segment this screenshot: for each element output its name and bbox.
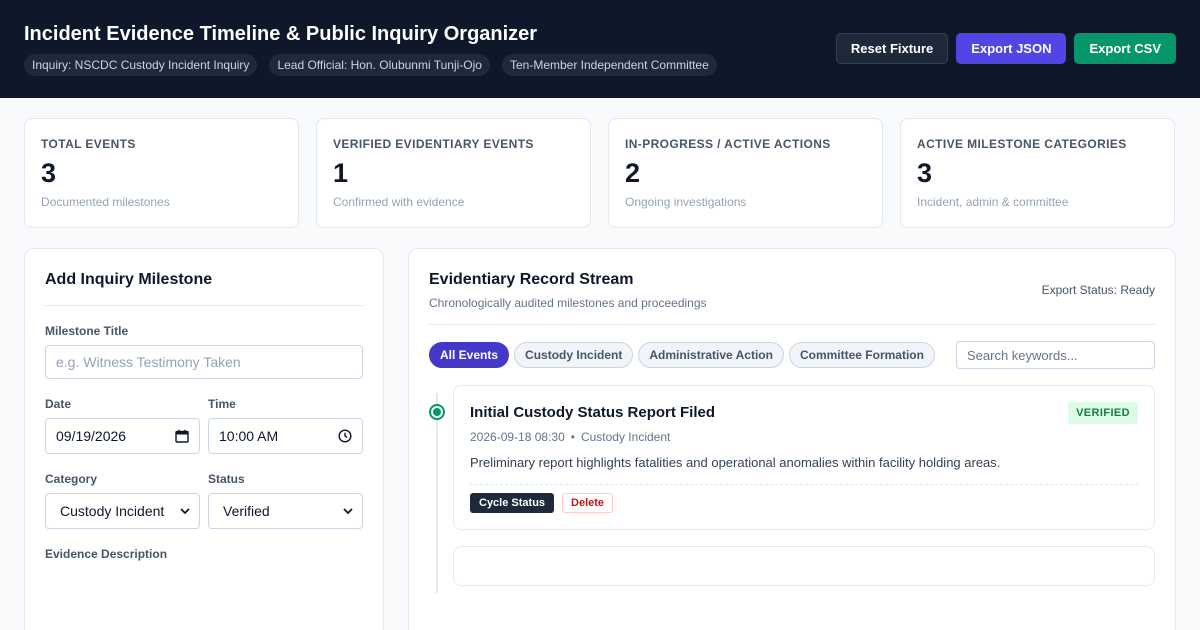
time-value: 10:00 AM (219, 428, 279, 444)
category-filters: All Events Custody Incident Administrati… (429, 342, 935, 368)
header-actions: Reset Fixture Export JSON Export CSV (835, 33, 1176, 64)
stat-card-verified-events: Verified Evidentiary Events 1 Confirmed … (316, 118, 591, 228)
category-label: Category (45, 472, 98, 486)
clock-icon[interactable] (338, 429, 352, 443)
export-json-button[interactable]: Export JSON (956, 33, 1067, 64)
chip-lead-official: Lead Official: Hon. Olubunmi Tunji-Ojo (269, 54, 490, 76)
date-label: Date (45, 397, 72, 411)
stream-header: Evidentiary Record Stream Chronologicall… (429, 269, 1155, 325)
event-timeline: Initial Custody Status Report Filed VERI… (429, 385, 1155, 593)
stream-subtitle: Chronologically audited milestones and p… (429, 296, 707, 310)
stream-title: Evidentiary Record Stream (429, 271, 634, 288)
milestone-title-label: Milestone Title (45, 324, 129, 338)
status-badge: VERIFIED (1068, 402, 1138, 424)
evidence-description-field: Evidence Description (45, 547, 363, 561)
delete-button[interactable]: Delete (562, 493, 614, 513)
filter-custody-incident[interactable]: Custody Incident (514, 342, 634, 368)
date-field: Date 09/19/2026 (45, 397, 200, 454)
category-select[interactable]: Custody Incident (45, 493, 200, 529)
stat-subtext: Confirmed with evidence (333, 195, 465, 209)
stat-label: Total Events (41, 137, 136, 151)
chip-inquiry: Inquiry: NSCDC Custody Incident Inquiry (24, 54, 258, 76)
stat-label: In-Progress / Active Actions (625, 137, 831, 151)
stat-subtext: Ongoing investigations (625, 195, 747, 209)
export-csv-button[interactable]: Export CSV (1074, 33, 1176, 64)
stat-value: 1 (333, 158, 349, 188)
date-value: 09/19/2026 (56, 428, 127, 444)
date-time-row: Date 09/19/2026 Time 10:00 AM (45, 379, 363, 454)
add-milestone-panel: Add Inquiry Milestone Milestone Title Da… (24, 248, 384, 630)
timeline-line (436, 393, 438, 593)
time-label: Time (208, 397, 236, 411)
stream-heading: Evidentiary Record Stream Chronologicall… (429, 269, 707, 310)
timeline-dot-verified (429, 404, 445, 420)
stat-card-milestone-categories: Active Milestone Categories 3 Incident, … (900, 118, 1175, 228)
calendar-icon[interactable] (175, 429, 189, 443)
time-input[interactable]: 10:00 AM (208, 418, 363, 454)
event-datetime: 2026-09-18 08:30 (470, 430, 565, 444)
category-status-row: Category Custody Incident Status Verifie… (45, 454, 363, 529)
meta-separator: • (570, 430, 575, 444)
category-value: Custody Incident (60, 503, 165, 519)
evidence-description-label: Evidence Description (45, 547, 168, 561)
evidentiary-stream-panel: Evidentiary Record Stream Chronologicall… (408, 248, 1176, 630)
filter-all-events[interactable]: All Events (429, 342, 510, 368)
status-field: Status Verified (208, 472, 363, 529)
stat-value: 3 (41, 158, 57, 188)
event-title: Initial Custody Status Report Filed (470, 404, 716, 421)
stat-label: Active Milestone Categories (917, 137, 1127, 151)
stat-label: Verified Evidentiary Events (333, 137, 534, 151)
cycle-status-button[interactable]: Cycle Status (470, 493, 555, 513)
category-field: Category Custody Incident (45, 472, 200, 529)
reset-fixture-button[interactable]: Reset Fixture (835, 33, 949, 64)
event-card-next (453, 546, 1155, 586)
app-header: Incident Evidence Timeline & Public Inqu… (0, 0, 1200, 98)
page-title: Incident Evidence Timeline & Public Inqu… (24, 23, 538, 45)
milestone-title-field: Milestone Title (45, 324, 363, 379)
stat-value: 2 (625, 158, 641, 188)
filter-committee-formation[interactable]: Committee Formation (788, 342, 935, 368)
search-input[interactable] (956, 341, 1155, 369)
chip-committee: Ten-Member Independent Committee (501, 54, 717, 76)
stats-row: Total Events 3 Documented milestones Ver… (24, 118, 1176, 228)
stat-subtext: Incident, admin & committee (917, 195, 1069, 209)
stat-subtext: Documented milestones (41, 195, 170, 209)
chevron-down-icon (343, 508, 353, 515)
event-meta: 2026-09-18 08:30 • Custody Incident (470, 430, 1138, 444)
form-title: Add Inquiry Milestone (45, 271, 363, 306)
milestone-title-input[interactable] (45, 345, 363, 379)
event-actions: Cycle Status Delete (470, 493, 1138, 513)
stat-card-total-events: Total Events 3 Documented milestones (24, 118, 299, 228)
filter-administrative-action[interactable]: Administrative Action (638, 342, 784, 368)
status-select[interactable]: Verified (208, 493, 363, 529)
time-field: Time 10:00 AM (208, 397, 363, 454)
date-input[interactable]: 09/19/2026 (45, 418, 200, 454)
status-label: Status (208, 472, 245, 486)
filter-row: All Events Custody Incident Administrati… (429, 341, 1155, 369)
event-description: Preliminary report highlights fatalities… (470, 455, 1138, 485)
chevron-down-icon (180, 508, 190, 515)
inquiry-chips: Inquiry: NSCDC Custody Incident Inquiry … (24, 54, 717, 76)
event-card-header: Initial Custody Status Report Filed VERI… (470, 402, 1138, 424)
stat-value: 3 (917, 158, 933, 188)
event-category: Custody Incident (580, 430, 671, 444)
stat-card-active-actions: In-Progress / Active Actions 2 Ongoing i… (608, 118, 883, 228)
status-value: Verified (223, 503, 270, 519)
export-status: Export Status: Ready (1041, 282, 1155, 297)
event-card: Initial Custody Status Report Filed VERI… (453, 385, 1155, 530)
